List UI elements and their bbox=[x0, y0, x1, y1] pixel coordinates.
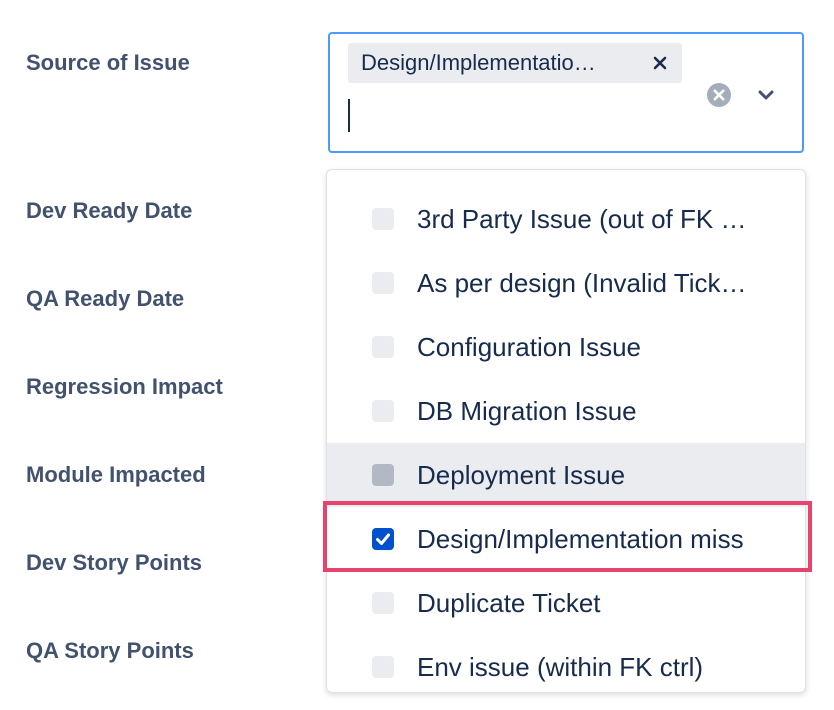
field-label-qa-story-points: QA Story Points bbox=[26, 638, 194, 663]
menu-option-3rd-party-issue[interactable]: 3rd Party Issue (out of FK … bbox=[327, 187, 805, 251]
close-icon bbox=[653, 56, 667, 70]
menu-option-design-implementation-miss[interactable]: Design/Implementation miss bbox=[327, 507, 805, 571]
option-label: Env issue (within FK ctrl) bbox=[417, 652, 704, 682]
field-label-regression-impact: Regression Impact bbox=[26, 374, 223, 399]
field-label-dev-ready-date: Dev Ready Date bbox=[26, 198, 193, 223]
selected-value-chip-label: Design/Implementatio… bbox=[361, 50, 596, 75]
option-checkbox[interactable] bbox=[372, 592, 394, 614]
option-checkbox[interactable] bbox=[372, 208, 394, 230]
option-checkbox[interactable] bbox=[372, 336, 394, 358]
selected-value-chip: Design/Implementatio… bbox=[348, 43, 682, 83]
menu-option-as-per-design[interactable]: As per design (Invalid Tick… bbox=[327, 251, 805, 315]
field-label-source-of-issue: Source of Issue bbox=[26, 50, 190, 75]
menu-option-db-migration-issue[interactable]: DB Migration Issue bbox=[327, 379, 805, 443]
option-label: Deployment Issue bbox=[417, 460, 626, 490]
text-caret[interactable] bbox=[348, 99, 350, 132]
menu-option-duplicate-ticket[interactable]: Duplicate Ticket bbox=[327, 571, 805, 635]
option-label: Design/Implementation miss bbox=[417, 524, 744, 554]
menu-option-env-issue[interactable]: Env issue (within FK ctrl) bbox=[327, 635, 805, 692]
clear-circle-icon bbox=[707, 83, 731, 107]
chip-remove-button[interactable] bbox=[648, 51, 672, 75]
option-label: 3rd Party Issue (out of FK … bbox=[417, 204, 747, 234]
field-label-dev-story-points: Dev Story Points bbox=[26, 550, 203, 575]
dropdown-toggle[interactable] bbox=[755, 84, 777, 106]
option-checkbox[interactable] bbox=[372, 400, 394, 422]
menu-option-deployment-issue[interactable]: Deployment Issue bbox=[327, 443, 805, 507]
option-checkbox[interactable] bbox=[372, 464, 394, 486]
option-label: DB Migration Issue bbox=[417, 396, 637, 426]
chevron-down-icon bbox=[758, 90, 774, 100]
checkmark-icon bbox=[376, 533, 390, 545]
field-label-qa-ready-date: QA Ready Date bbox=[26, 286, 185, 311]
option-checkbox[interactable] bbox=[372, 272, 394, 294]
page: Source of Issue Dev Ready Date QA Ready … bbox=[0, 0, 834, 710]
option-checkbox[interactable] bbox=[372, 656, 394, 678]
option-label: Duplicate Ticket bbox=[417, 588, 601, 618]
field-label-module-impacted: Module Impacted bbox=[26, 462, 206, 487]
option-label: Configuration Issue bbox=[417, 332, 642, 362]
option-checkbox-checked[interactable] bbox=[372, 528, 394, 550]
option-label: As per design (Invalid Tick… bbox=[417, 268, 747, 298]
clear-all-button[interactable] bbox=[706, 82, 732, 108]
menu-option-configuration-issue[interactable]: Configuration Issue bbox=[327, 315, 805, 379]
source-of-issue-select[interactable]: Design/Implementatio… bbox=[328, 32, 804, 153]
dropdown-menu: 3rd Party Issue (out of FK … As per desi… bbox=[326, 169, 806, 693]
